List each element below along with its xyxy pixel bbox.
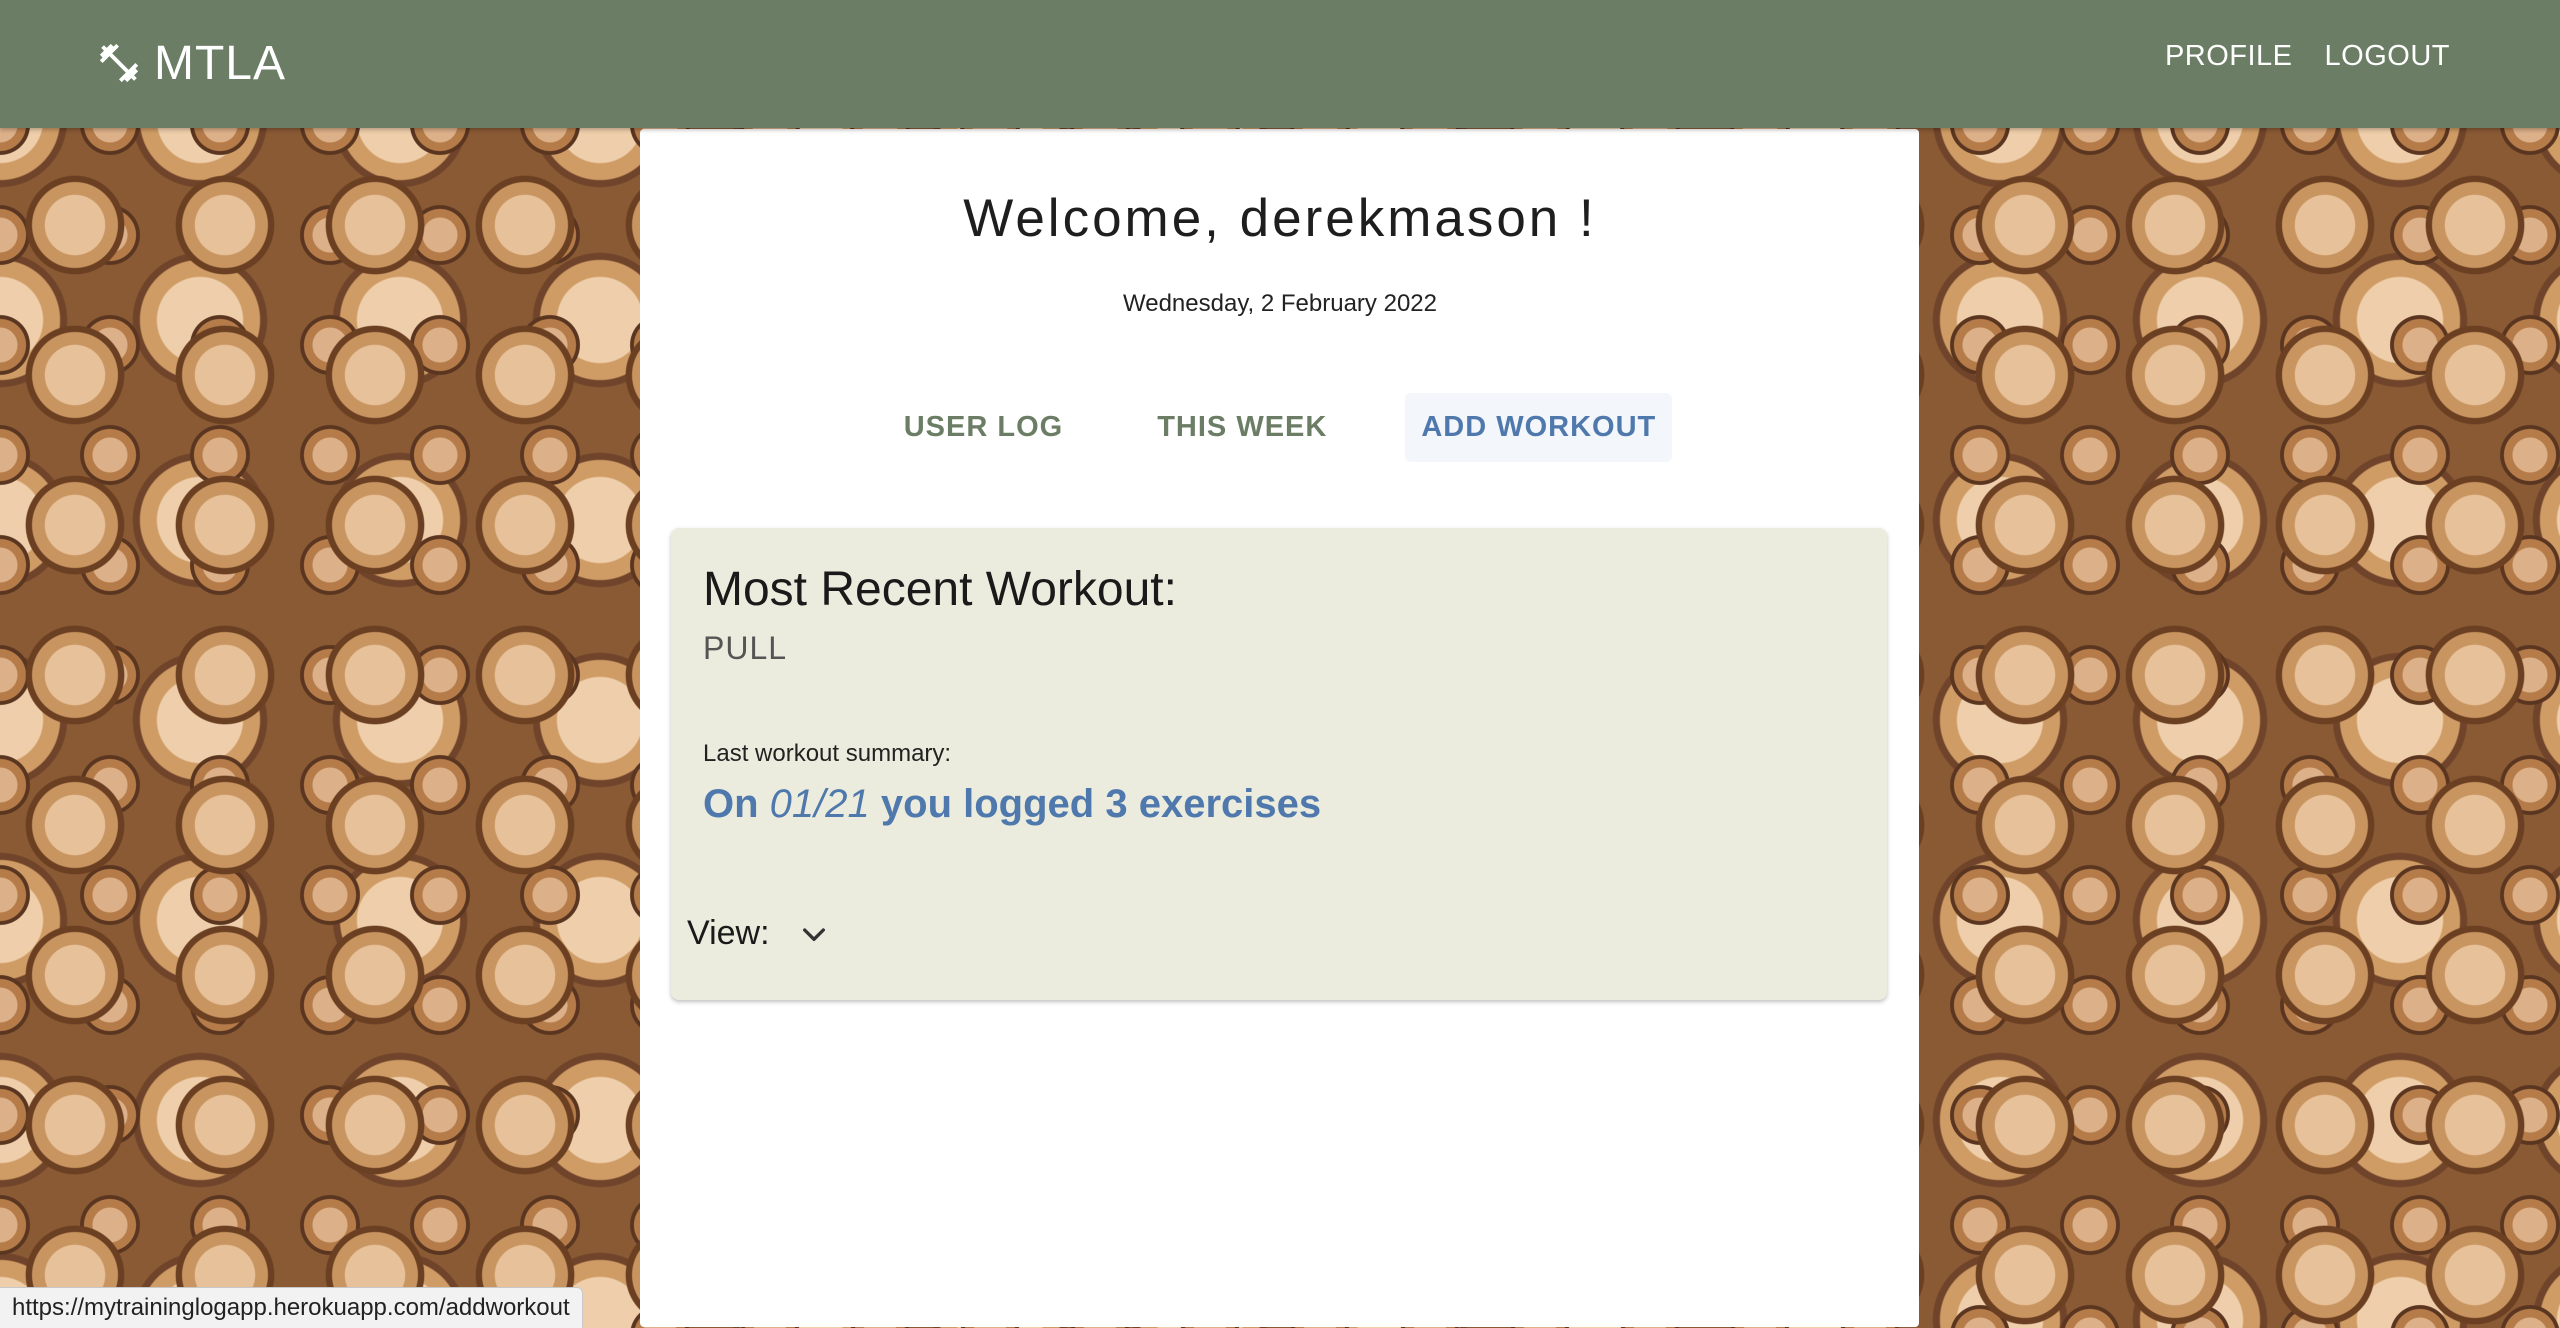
tab-bar: USER LOG THIS WEEK ADD WORKOUT — [0, 393, 2560, 462]
workout-type: PULL — [703, 630, 788, 666]
card-title: Most Recent Workout: — [703, 563, 1177, 616]
brand-title: MTLA — [154, 36, 287, 90]
summary-prefix: On — [703, 782, 759, 826]
brand-link[interactable]: MTLA — [96, 30, 286, 96]
nav-logout-link[interactable]: LOGOUT — [2325, 40, 2450, 73]
workout-summary: On 01/21 you logged 3 exercises — [703, 782, 1321, 827]
nav-profile-link[interactable]: PROFILE — [2165, 40, 2293, 73]
tab-this-week[interactable]: THIS WEEK — [1141, 393, 1343, 462]
recent-workout-card: Most Recent Workout: PULL Last workout s… — [671, 528, 1887, 1000]
welcome-heading: Welcome, derekmason ! — [963, 189, 1597, 248]
tab-user-log[interactable]: USER LOG — [888, 393, 1079, 462]
dumbbell-icon — [99, 43, 139, 83]
view-label: View: — [687, 914, 770, 952]
top-navbar: MTLA PROFILE LOGOUT — [0, 0, 2560, 128]
view-dropdown[interactable]: View: — [687, 914, 830, 953]
summary-label: Last workout summary: — [703, 740, 952, 767]
current-date: Wednesday, 2 February 2022 — [1123, 290, 1437, 317]
nav-links: PROFILE LOGOUT — [2165, 40, 2450, 73]
tab-add-workout[interactable]: ADD WORKOUT — [1405, 393, 1673, 462]
chevron-down-icon[interactable] — [798, 918, 830, 950]
summary-suffix: you logged 3 exercises — [880, 782, 1322, 826]
status-bar-url: https://mytraininglogapp.herokuapp.com/a… — [0, 1287, 583, 1328]
summary-date: 01/21 — [769, 782, 870, 826]
